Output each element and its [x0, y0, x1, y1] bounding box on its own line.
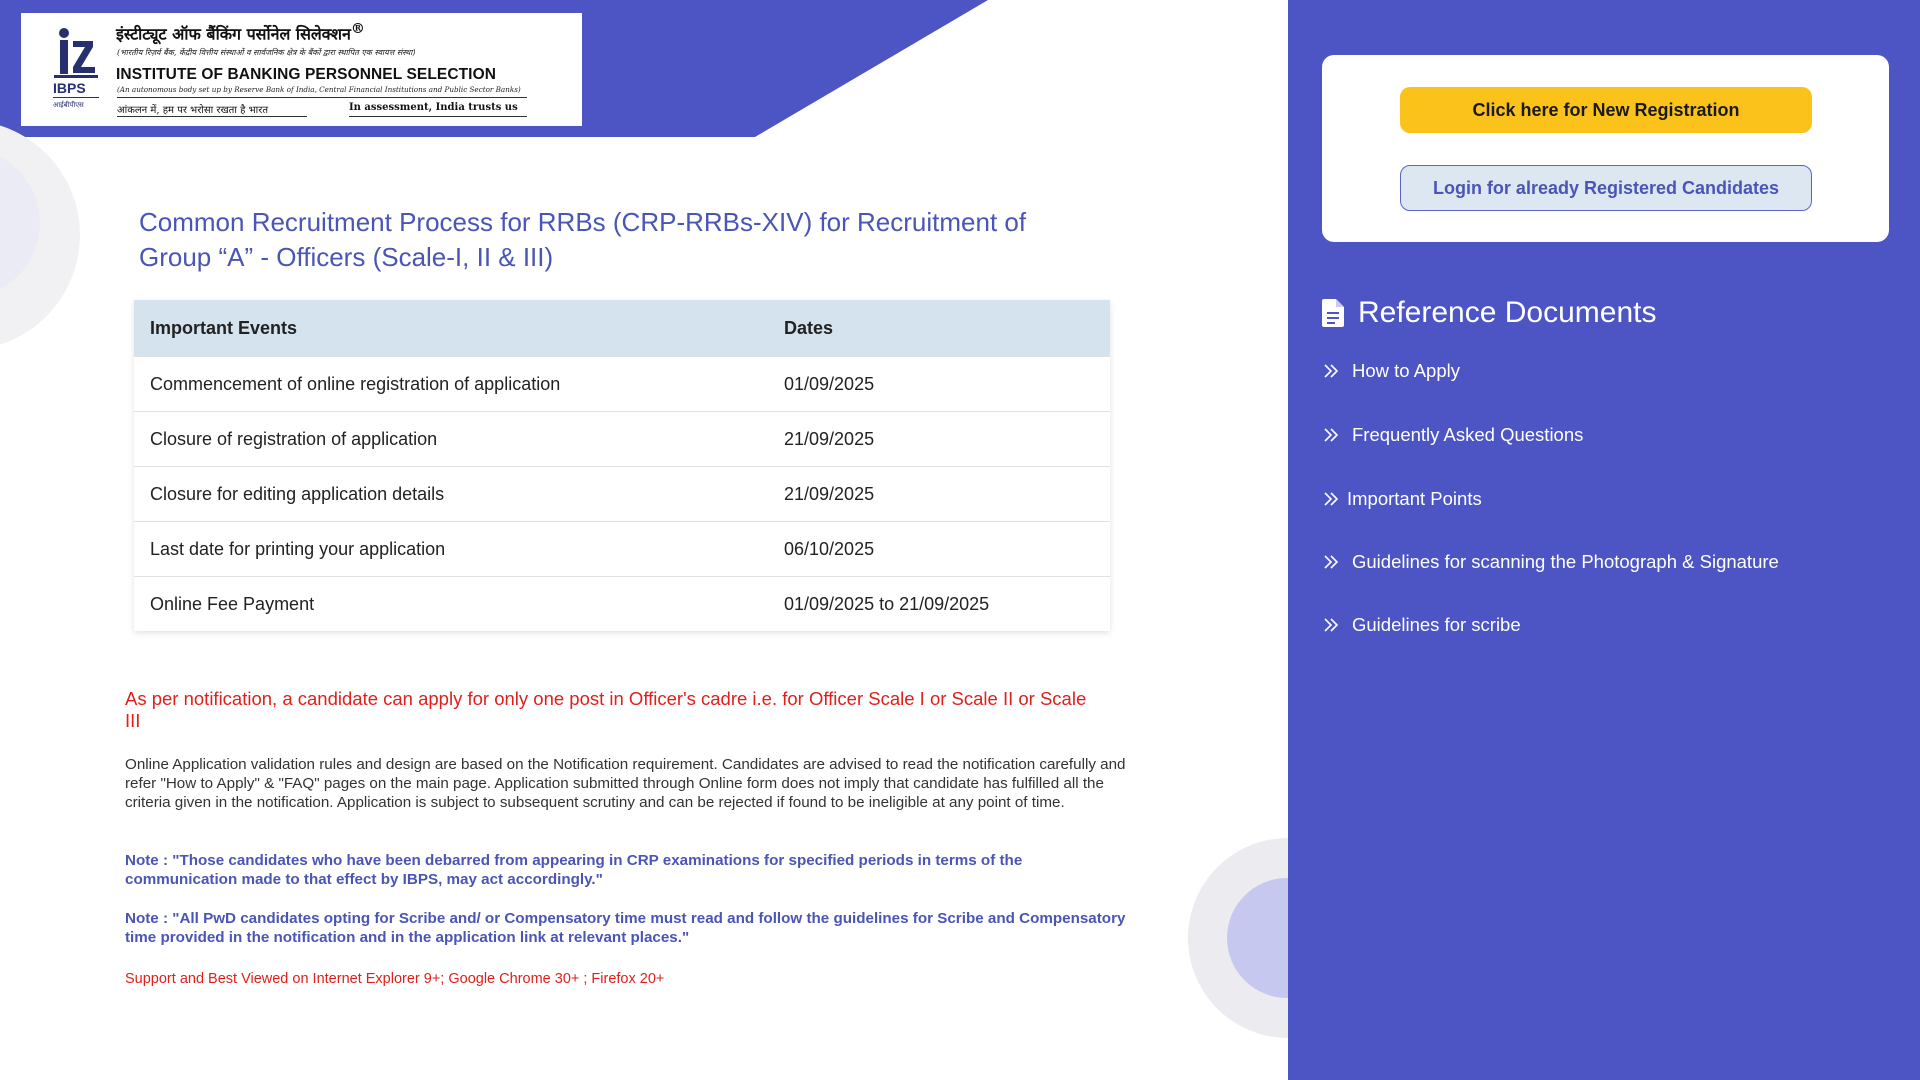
column-header-dates: Dates [768, 300, 1110, 357]
logo-tagline-hindi: आंकलन में, हम पर भरोसा रखता है भारत [117, 105, 269, 116]
link-label: Guidelines for scanning the Photograph &… [1352, 551, 1779, 572]
double-chevron-right-icon [1324, 428, 1339, 442]
double-chevron-right-icon [1324, 364, 1339, 378]
link-label: Guidelines for scribe [1352, 614, 1521, 635]
link-label: Frequently Asked Questions [1352, 424, 1584, 445]
ibps-emblem-icon: IBPS आईबीपीएस [53, 28, 99, 109]
reference-documents-header: Reference Documents [1322, 293, 1656, 333]
reference-documents-title: Reference Documents [1358, 296, 1657, 329]
column-header-events: Important Events [134, 300, 768, 357]
browser-support-text: Support and Best Viewed on Internet Expl… [125, 971, 665, 987]
logo-hindi-subtitle: (भारतीय रिज़र्व बैंक, केंद्रीय वित्तीय स… [117, 48, 416, 57]
validation-info-paragraph: Online Application validation rules and … [125, 756, 1126, 811]
emblem-text: IBPS [53, 80, 86, 96]
event-cell: Last date for printing your application [134, 521, 768, 577]
date-cell: 06/10/2025 [768, 521, 1110, 577]
logo-tagline-english: In assessment, India trusts us [349, 102, 518, 113]
logo-hindi-title: इंस्टीट्यूट ऑफ बैंकिंग पर्सोनेल सिलेक्शन… [116, 21, 365, 44]
page-title: Common Recruitment Process for RRBs (CRP… [139, 207, 1027, 272]
link-label: How to Apply [1352, 360, 1460, 381]
double-chevron-right-icon [1324, 618, 1339, 632]
table-row: Commencement of online registration of a… [134, 356, 1110, 412]
table-row: Closure for editing application details … [134, 466, 1110, 522]
table-header-row: Important Events Dates [134, 300, 1110, 357]
double-chevron-right-icon [1324, 492, 1339, 506]
date-cell: 21/09/2025 [768, 466, 1110, 522]
important-events-table: Important Events Dates Commencement of o… [134, 300, 1110, 631]
logo-english-subtitle: (An autonomous body set up by Reserve Ba… [117, 85, 521, 94]
logo-divider [117, 97, 527, 98]
date-cell: 01/09/2025 [768, 356, 1110, 412]
double-chevron-right-icon [1324, 555, 1339, 569]
officer-cadre-notice: As per notification, a candidate can app… [125, 688, 1087, 731]
link-label: Important Points [1347, 488, 1482, 509]
pwd-scribe-note: Note : "All PwD candidates opting for Sc… [125, 910, 1126, 946]
registration-card: Click here for New Registration Login fo… [1322, 55, 1889, 242]
login-button[interactable]: Login for already Registered Candidates [1400, 165, 1812, 211]
link-important-points[interactable]: Important Points [1322, 488, 1482, 510]
main-content: IBPS आईबीपीएस इंस्टीट्यूट ऑफ बैंकिंग पर्… [0, 0, 1288, 1080]
link-faq[interactable]: Frequently Asked Questions [1322, 424, 1583, 446]
link-how-to-apply[interactable]: How to Apply [1322, 360, 1460, 382]
date-cell: 21/09/2025 [768, 411, 1110, 467]
event-cell: Closure of registration of application [134, 411, 768, 467]
logo-divider [349, 116, 527, 117]
ibps-logo[interactable]: IBPS आईबीपीएस इंस्टीट्यूट ऑफ बैंकिंग पर्… [21, 13, 582, 126]
emblem-hindi-text: आईबीपीएस [53, 100, 84, 109]
logo-divider [117, 116, 307, 117]
document-icon [1322, 299, 1344, 327]
link-scribe-guidelines[interactable]: Guidelines for scribe [1322, 614, 1521, 636]
table-row: Last date for printing your application … [134, 521, 1110, 577]
event-cell: Closure for editing application details [134, 466, 768, 522]
logo-english-title: INSTITUTE OF BANKING PERSONNEL SELECTION [116, 66, 497, 83]
table-row: Closure of registration of application 2… [134, 411, 1110, 467]
event-cell: Commencement of online registration of a… [134, 356, 768, 412]
debarred-candidates-note: Note : "Those candidates who have been d… [125, 852, 1023, 888]
table-row: Online Fee Payment 01/09/2025 to 21/09/2… [134, 576, 1110, 631]
link-photo-signature-guidelines[interactable]: Guidelines for scanning the Photograph &… [1322, 551, 1779, 573]
date-cell: 01/09/2025 to 21/09/2025 [768, 576, 1110, 631]
event-cell: Online Fee Payment [134, 576, 768, 631]
sidebar: Click here for New Registration Login fo… [1288, 0, 1920, 1080]
new-registration-button[interactable]: Click here for New Registration [1400, 87, 1812, 133]
